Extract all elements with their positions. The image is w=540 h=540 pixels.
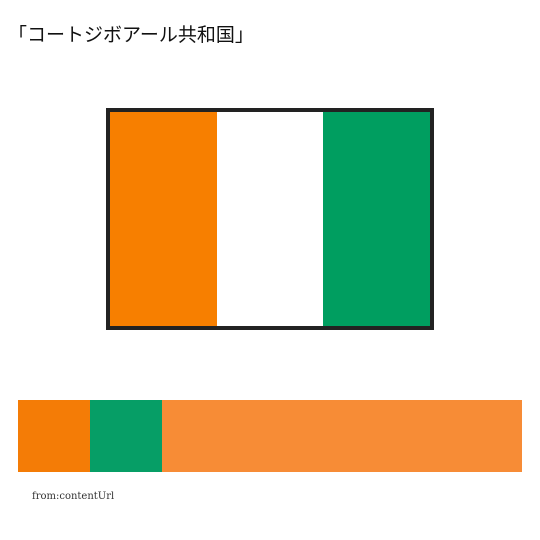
flag-stripe-orange <box>110 112 217 326</box>
palette-swatch-green <box>90 400 162 472</box>
palette-swatch-light-orange <box>162 400 522 472</box>
flag-image <box>106 108 434 330</box>
source-label: from:contentUrl <box>32 491 115 502</box>
flag-stripe-green <box>323 112 431 326</box>
flag-stripe-white <box>216 112 324 326</box>
palette-swatch-orange <box>18 400 90 472</box>
color-palette-bar <box>18 400 522 472</box>
page-title: 「コートジボアール共和国」 <box>8 24 254 46</box>
